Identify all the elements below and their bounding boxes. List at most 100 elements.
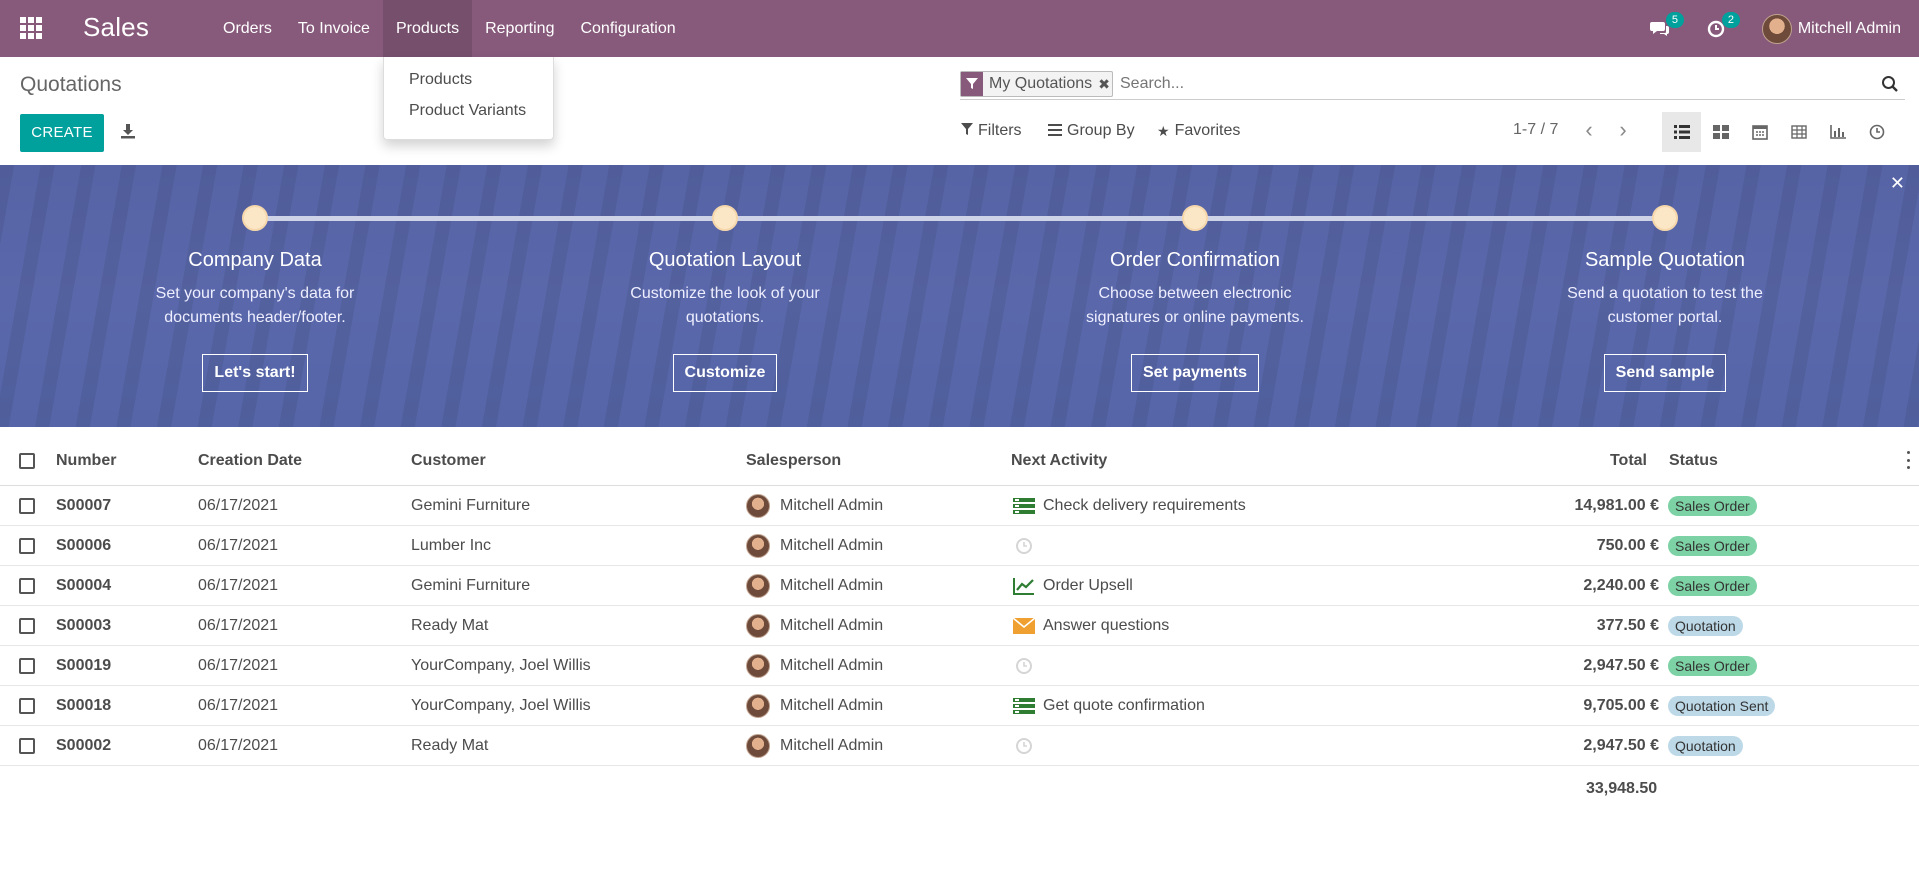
cell-next-activity[interactable] <box>1013 726 1043 765</box>
header-next-activity[interactable]: Next Activity <box>1011 435 1107 486</box>
funnel-icon <box>961 123 973 139</box>
header-number[interactable]: Number <box>56 435 116 486</box>
facet-remove-icon[interactable]: ✖ <box>1096 72 1112 96</box>
search-facet[interactable]: My Quotations ✖ <box>960 71 1114 97</box>
cell-status: Sales Order <box>1668 486 1757 525</box>
menu-products[interactable]: Products <box>382 0 473 57</box>
cell-creation-date: 06/17/2021 <box>198 536 279 554</box>
filters-button[interactable]: Filters <box>961 122 1022 140</box>
user-name: Mitchell Admin <box>1797 19 1901 37</box>
list-view-icon[interactable] <box>1662 112 1701 152</box>
table-row[interactable]: S00006 06/17/2021 Lumber Inc Mitchell Ad… <box>0 526 1919 566</box>
row-checkbox[interactable] <box>19 577 35 594</box>
menu-orders[interactable]: Orders <box>210 0 285 57</box>
sum-total: 33,948.50 <box>1586 780 1658 797</box>
envelope-icon[interactable] <box>1013 617 1035 635</box>
table-row[interactable]: S00004 06/17/2021 Gemini Furniture Mitch… <box>0 566 1919 606</box>
header-customer[interactable]: Customer <box>411 435 486 486</box>
header-creation-date[interactable]: Creation Date <box>198 435 302 486</box>
activities-button[interactable]: 2 <box>1706 11 1740 40</box>
banner-close-icon[interactable]: ✕ <box>1890 173 1905 194</box>
pager-value[interactable]: 1-7 / 7 <box>1513 121 1558 139</box>
search-input[interactable] <box>1120 72 1820 96</box>
table-row[interactable]: S00007 06/17/2021 Gemini Furniture Mitch… <box>0 486 1919 526</box>
send-sample-button[interactable]: Send sample <box>1603 354 1727 392</box>
cell-next-activity[interactable]: Check delivery requirements <box>1013 486 1246 525</box>
activity-summary: Order Upsell <box>1043 576 1133 594</box>
salesperson-avatar <box>746 573 770 598</box>
row-checkbox[interactable] <box>19 497 35 514</box>
products-dropdown: Products Product Variants <box>383 57 554 140</box>
cell-creation-date: 06/17/2021 <box>198 696 279 714</box>
filters-label: Filters <box>978 122 1022 139</box>
table-row[interactable]: S00019 06/17/2021 YourCompany, Joel Will… <box>0 646 1919 686</box>
step-dot-3 <box>1182 205 1208 231</box>
pager-previous-icon[interactable]: ‹ <box>1579 118 1599 142</box>
menu-configuration[interactable]: Configuration <box>567 0 688 57</box>
row-checkbox[interactable] <box>19 537 35 554</box>
cell-number: S00002 <box>56 736 112 754</box>
clock-icon[interactable] <box>1013 737 1035 755</box>
select-all-checkbox[interactable] <box>19 452 35 469</box>
salesperson-avatar <box>746 533 770 558</box>
todo-icon[interactable] <box>1013 697 1035 715</box>
clock-icon[interactable] <box>1013 537 1035 555</box>
customize-button[interactable]: Customize <box>672 354 778 392</box>
table-row[interactable]: S00003 06/17/2021 Ready Mat Mitchell Adm… <box>0 606 1919 646</box>
calendar-view-icon[interactable] <box>1740 112 1779 152</box>
cell-next-activity[interactable]: Answer questions <box>1013 606 1169 645</box>
step-desc-line: documents header/footer. <box>164 309 346 326</box>
salesperson-avatar <box>746 733 770 758</box>
apps-menu-icon[interactable] <box>20 17 42 39</box>
create-button[interactable]: CREATE <box>20 114 104 152</box>
optional-columns-icon[interactable] <box>1907 451 1911 469</box>
download-icon[interactable] <box>119 122 137 140</box>
menu-reporting[interactable]: Reporting <box>472 0 567 57</box>
table-row[interactable]: S00002 06/17/2021 Ready Mat Mitchell Adm… <box>0 726 1919 766</box>
upsell-chart-icon[interactable] <box>1013 577 1035 595</box>
kanban-view-icon[interactable] <box>1701 112 1740 152</box>
salesperson-name: Mitchell Admin <box>780 536 884 554</box>
cell-next-activity[interactable]: Get quote confirmation <box>1013 686 1205 725</box>
messaging-button[interactable]: 5 <box>1649 11 1684 40</box>
header-total[interactable]: Total <box>1560 435 1647 486</box>
dropdown-item-products[interactable]: Products <box>409 71 472 89</box>
header-status[interactable]: Status <box>1669 435 1718 486</box>
user-menu[interactable]: Mitchell Admin <box>1761 13 1901 44</box>
step-sample-quotation: Sample Quotation Send a quotation to tes… <box>1485 249 1845 392</box>
menu-to-invoice[interactable]: To Invoice <box>285 0 383 57</box>
cell-next-activity[interactable] <box>1013 646 1043 685</box>
lets-start-button[interactable]: Let's start! <box>202 354 308 392</box>
step-company-data: Company Data Set your company's data for… <box>75 249 435 392</box>
todo-icon[interactable] <box>1013 497 1035 515</box>
group-by-button[interactable]: Group By <box>1048 122 1135 140</box>
cell-total: 750.00 € <box>1596 536 1659 554</box>
activity-view-icon[interactable] <box>1857 112 1896 152</box>
star-icon: ★ <box>1157 122 1170 139</box>
salesperson-name: Mitchell Admin <box>780 496 884 514</box>
set-payments-button[interactable]: Set payments <box>1130 354 1260 392</box>
cell-customer: Ready Mat <box>411 616 489 634</box>
favorites-button[interactable]: ★ Favorites <box>1157 122 1240 140</box>
app-brand[interactable]: Sales <box>83 12 149 43</box>
cell-status: Sales Order <box>1668 646 1757 685</box>
header-salesperson[interactable]: Salesperson <box>746 435 841 486</box>
cell-status: Quotation Sent <box>1668 686 1776 725</box>
cell-salesperson: Mitchell Admin <box>746 646 883 685</box>
row-checkbox[interactable] <box>19 697 35 714</box>
row-checkbox[interactable] <box>19 737 35 754</box>
table-row[interactable]: S00018 06/17/2021 YourCompany, Joel Will… <box>0 686 1919 726</box>
activity-summary: Check delivery requirements <box>1043 496 1246 514</box>
dropdown-item-product-variants[interactable]: Product Variants <box>409 102 526 120</box>
clock-icon[interactable] <box>1013 657 1035 675</box>
row-checkbox[interactable] <box>19 657 35 674</box>
graph-view-icon[interactable] <box>1818 112 1857 152</box>
pivot-view-icon[interactable] <box>1779 112 1818 152</box>
cell-next-activity[interactable]: Order Upsell <box>1013 566 1133 605</box>
cell-next-activity[interactable] <box>1013 526 1043 565</box>
search-icon[interactable] <box>1881 75 1899 93</box>
row-checkbox[interactable] <box>19 617 35 634</box>
cell-number: S00006 <box>56 536 112 554</box>
pager-next-icon[interactable]: › <box>1613 118 1633 142</box>
cell-salesperson: Mitchell Admin <box>746 526 883 565</box>
